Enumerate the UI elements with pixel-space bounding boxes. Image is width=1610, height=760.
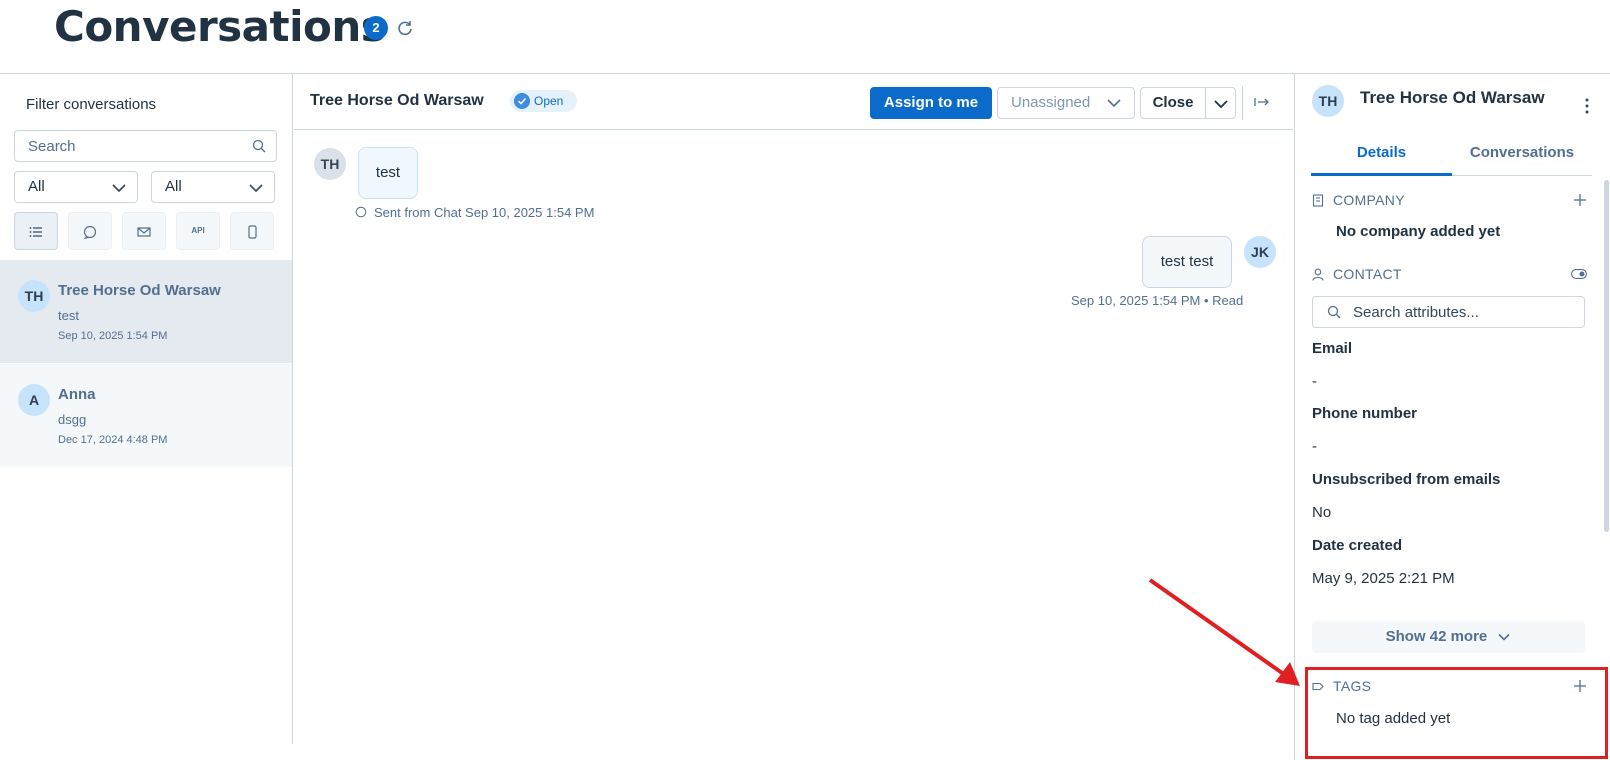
highlight-arrow: [1148, 578, 1300, 686]
close-conversation-button[interactable]: Close: [1140, 87, 1206, 119]
more-options-icon[interactable]: [1585, 98, 1589, 114]
page-title: Conversations: [54, 2, 386, 51]
conversation-list-item[interactable]: A Anna dsgg Dec 17, 2024 4:48 PM: [0, 364, 292, 467]
channel-mobile-button[interactable]: [230, 212, 274, 250]
assignee-select[interactable]: Unassigned: [997, 87, 1135, 119]
tab-details[interactable]: Details: [1311, 134, 1452, 176]
filter-select-1[interactable]: All: [14, 171, 138, 203]
tab-conversations[interactable]: Conversations: [1452, 134, 1592, 176]
search-icon: [1327, 305, 1341, 319]
refresh-icon[interactable]: [395, 18, 415, 38]
mobile-icon: [248, 225, 257, 239]
sidebar-scrollbar[interactable]: [1604, 180, 1609, 532]
attribute-value[interactable]: -: [1312, 438, 1317, 455]
channel-api-button[interactable]: API: [176, 212, 220, 250]
page-header: Conversations 2: [0, 0, 1610, 74]
chevron-down-icon: [249, 184, 263, 193]
avatar: TH: [314, 148, 346, 180]
check-circle-icon: [514, 93, 530, 109]
close-options-button[interactable]: [1205, 87, 1236, 119]
avatar: TH: [1312, 85, 1344, 117]
message-bubble: test: [358, 147, 418, 199]
conversation-date: Dec 17, 2024 4:48 PM: [58, 434, 168, 446]
channel-email-button[interactable]: [122, 212, 166, 250]
attribute-value[interactable]: -: [1312, 373, 1317, 390]
attribute-label: Date created: [1312, 537, 1403, 554]
channel-chat-button[interactable]: [68, 212, 112, 250]
chat-icon: [83, 225, 97, 240]
show-more-button[interactable]: Show 42 more: [1312, 621, 1585, 653]
avatar: A: [18, 384, 50, 416]
search-input[interactable]: [15, 131, 235, 161]
company-section-title: COMPANY: [1333, 192, 1405, 208]
chevron-down-icon: [1498, 633, 1511, 641]
attribute-search-input[interactable]: [1353, 297, 1573, 327]
conversation-name: Tree Horse Od Warsaw: [58, 282, 221, 299]
api-label: API: [191, 226, 205, 235]
contact-section-title: CONTACT: [1333, 266, 1402, 282]
attribute-value[interactable]: No: [1312, 504, 1331, 521]
assignee-value: Unassigned: [1011, 94, 1091, 111]
conversation-date: Sep 10, 2025 1:54 PM: [58, 330, 168, 342]
contact-sidebar: TH Tree Horse Od Warsaw Details Conversa…: [1294, 74, 1610, 760]
show-more-label: Show 42 more: [1385, 628, 1488, 645]
status-badge: Open: [510, 90, 577, 112]
attribute-search[interactable]: [1312, 296, 1585, 328]
toggle-icon[interactable]: [1571, 269, 1587, 279]
chevron-down-icon: [1214, 100, 1228, 109]
attribute-label: Phone number: [1312, 405, 1418, 422]
message-meta: Sent from Chat Sep 10, 2025 1:54 PM: [374, 205, 595, 220]
avatar: JK: [1244, 236, 1276, 268]
conversation-count-badge: 2: [364, 16, 388, 40]
attribute-label: Unsubscribed from emails: [1312, 471, 1501, 488]
building-icon: [1312, 194, 1324, 207]
conversation-list-item[interactable]: TH Tree Horse Od Warsaw test Sep 10, 202…: [0, 260, 292, 363]
thread-header: Tree Horse Od Warsaw Open Assign to me U…: [294, 74, 1293, 130]
collapse-sidebar-icon[interactable]: [1254, 94, 1270, 110]
chevron-down-icon: [1107, 99, 1121, 108]
chevron-down-icon: [112, 184, 126, 193]
avatar: TH: [18, 280, 50, 312]
status-label: Open: [534, 94, 564, 108]
message-bubble: test test: [1142, 236, 1232, 288]
company-empty-note: No company added yet: [1336, 223, 1501, 240]
channel-all-button[interactable]: [14, 212, 58, 250]
filter-title: Filter conversations: [26, 96, 157, 113]
conversation-list-panel: Filter conversations All All API: [0, 74, 293, 744]
highlight-box: [1305, 667, 1608, 759]
contact-name: Tree Horse Od Warsaw: [1360, 88, 1545, 107]
filter-select-2[interactable]: All: [151, 171, 275, 203]
attribute-label: Email: [1312, 340, 1353, 357]
search-icon: [252, 139, 266, 153]
conversation-name: Anna: [58, 386, 96, 403]
chat-icon: [355, 206, 367, 218]
conversation-snippet: test: [58, 308, 79, 323]
email-icon: [137, 227, 151, 237]
person-icon: [1312, 268, 1324, 281]
filter-select-2-value: All: [165, 178, 182, 195]
header-divider: [1242, 86, 1243, 120]
list-icon: [29, 227, 42, 237]
filter-select-1-value: All: [28, 178, 45, 195]
attribute-value[interactable]: May 9, 2025 2:21 PM: [1312, 570, 1455, 587]
thread-title: Tree Horse Od Warsaw: [310, 92, 484, 109]
conversation-search[interactable]: [14, 130, 277, 162]
assign-to-me-button[interactable]: Assign to me: [870, 87, 992, 119]
add-company-icon[interactable]: [1573, 193, 1587, 207]
message-meta: Sep 10, 2025 1:54 PM • Read: [1071, 293, 1244, 308]
conversation-snippet: dsgg: [58, 412, 87, 427]
